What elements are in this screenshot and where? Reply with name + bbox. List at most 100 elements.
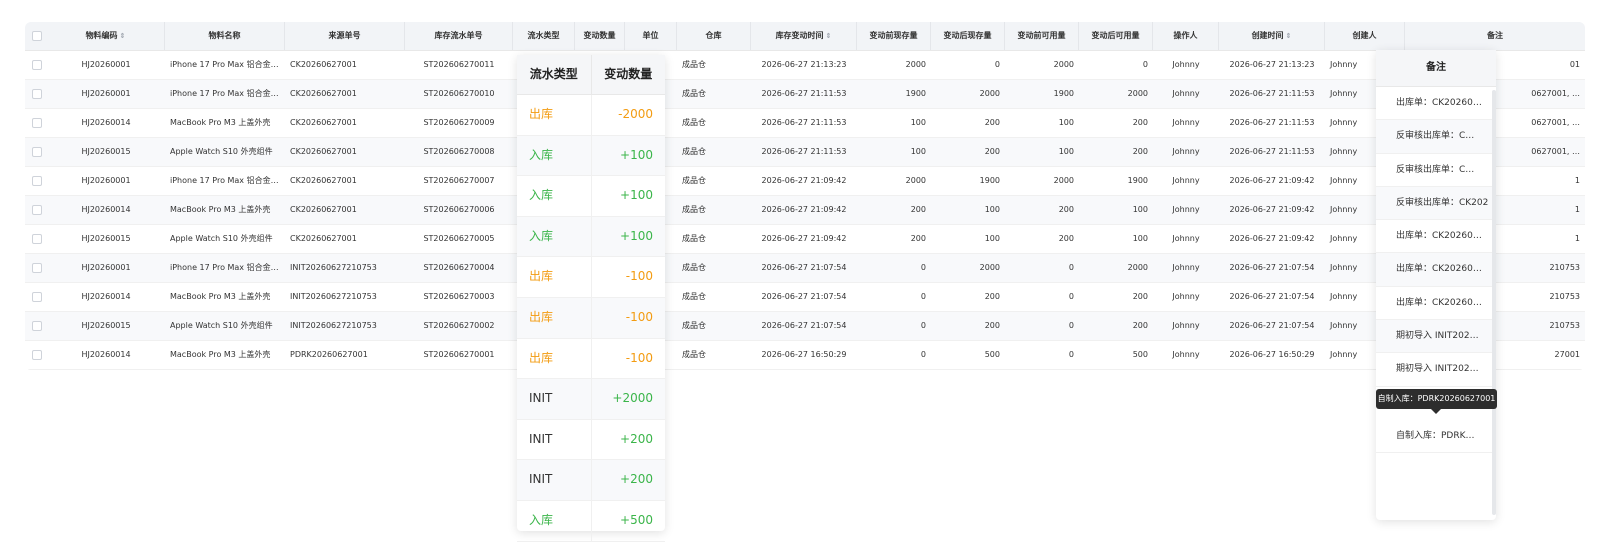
row-checkbox[interactable] bbox=[32, 321, 42, 331]
row-checkbox[interactable] bbox=[32, 60, 42, 70]
col-header-before-available: 变动前可用量 bbox=[1005, 22, 1079, 50]
popover-type: INIT bbox=[517, 419, 592, 460]
sort-icon[interactable]: ⇕ bbox=[826, 32, 832, 40]
cell-wh: 成品仓 bbox=[682, 176, 706, 185]
popover-row: 出库 -100 bbox=[517, 297, 665, 339]
popover-qty: +200 bbox=[620, 431, 653, 446]
cell-op: Johnny bbox=[1172, 292, 1200, 301]
cell-code: HJ20260015 bbox=[81, 234, 131, 243]
cell-src: INIT20260627210753 bbox=[290, 321, 377, 330]
cell-created: 2026-06-27 21:11:53 bbox=[1229, 118, 1315, 127]
cell-time: 2026-06-27 21:09:42 bbox=[761, 234, 847, 243]
cell-created: 2026-06-27 21:11:53 bbox=[1229, 147, 1315, 156]
cell-stock: ST202606270005 bbox=[423, 234, 495, 243]
remark-popover-header: 备注 bbox=[1376, 50, 1496, 87]
remark-item[interactable]: 自制入库：PDRK… bbox=[1376, 420, 1496, 453]
popover-qty: +200 bbox=[620, 472, 653, 487]
col-header-before-onhand: 变动前现存量 bbox=[857, 22, 931, 50]
cell-created: 2026-06-27 21:09:42 bbox=[1229, 176, 1315, 185]
cell-code: HJ20260014 bbox=[81, 350, 131, 359]
select-all-checkbox[interactable] bbox=[32, 31, 42, 41]
cell-a_av: 100 bbox=[1132, 234, 1148, 243]
table-row[interactable]: HJ20260001 iPhone 17 Pro Max 铝合金… CK202606… bbox=[25, 167, 1585, 196]
table-row[interactable]: HJ20260014 MacBook Pro M3 上盖外壳 PDRK2026062… bbox=[25, 341, 1585, 370]
popover-row: INIT +200 bbox=[517, 460, 665, 501]
table-row[interactable]: HJ20260015 Apple Watch S10 外壳组件 INIT202606… bbox=[25, 312, 1585, 341]
popover-row: 出库 -2000 bbox=[517, 95, 665, 136]
popover-header-type: 流水类型 bbox=[517, 55, 592, 94]
popover-type: 出库 bbox=[517, 297, 592, 338]
cell-created: 2026-06-27 21:07:54 bbox=[1229, 321, 1315, 330]
cell-a_av: 0 bbox=[1142, 60, 1148, 69]
remark-item[interactable]: 期初导入 INIT202… bbox=[1376, 353, 1496, 387]
popover-row: 入库 +100 bbox=[517, 135, 665, 177]
popover-type: 入库 bbox=[517, 135, 592, 176]
remark-item[interactable]: 反审核出库单：C… bbox=[1376, 120, 1496, 154]
cell-op: Johnny bbox=[1172, 205, 1200, 214]
remark-item[interactable]: 出库单：CK20260… bbox=[1376, 253, 1496, 287]
col-header-change-time[interactable]: 库存变动时间 ⇕ bbox=[751, 22, 857, 50]
cell-code: HJ20260001 bbox=[81, 263, 131, 272]
row-checkbox[interactable] bbox=[32, 176, 42, 186]
cell-a_on: 2000 bbox=[979, 89, 1000, 98]
row-checkbox[interactable] bbox=[32, 205, 42, 215]
remark-item[interactable]: 出库单：CK20260… bbox=[1376, 220, 1496, 254]
cell-src: INIT20260627210753 bbox=[290, 263, 377, 272]
cell-src: CK20260627001 bbox=[290, 176, 357, 185]
cell-a_on: 1900 bbox=[979, 176, 1000, 185]
row-checkbox[interactable] bbox=[32, 350, 42, 360]
popover-type: 入库 bbox=[517, 216, 592, 257]
table-row[interactable]: HJ20260014 MacBook Pro M3 上盖外壳 CK202606270… bbox=[25, 109, 1585, 138]
cell-a_on: 0 bbox=[994, 60, 1000, 69]
sort-icon[interactable]: ⇕ bbox=[120, 32, 126, 40]
col-header-after-onhand: 变动后现存量 bbox=[931, 22, 1005, 50]
row-checkbox[interactable] bbox=[32, 89, 42, 99]
remark-item[interactable]: 反审核出库单：C… bbox=[1376, 154, 1496, 187]
cell-time: 2026-06-27 21:07:54 bbox=[761, 263, 847, 272]
cell-name: iPhone 17 Pro Max 铝合金… bbox=[170, 263, 279, 272]
cell-a_av: 500 bbox=[1132, 350, 1148, 359]
row-checkbox[interactable] bbox=[32, 118, 42, 128]
popover-qty: +100 bbox=[620, 188, 653, 203]
cell-time: 2026-06-27 21:11:53 bbox=[761, 118, 847, 127]
popover-row: 入库 +500 bbox=[517, 500, 665, 542]
cell-created: 2026-06-27 21:09:42 bbox=[1229, 234, 1315, 243]
cell-stock: ST202606270004 bbox=[423, 263, 495, 272]
table-row[interactable]: HJ20260015 Apple Watch S10 外壳组件 CK20260627… bbox=[25, 225, 1585, 254]
col-header-stock-no: 库存流水单号 bbox=[405, 22, 513, 50]
popover-qty: -100 bbox=[625, 309, 653, 324]
popover-type: 出库 bbox=[517, 95, 592, 135]
table-row[interactable]: HJ20260001 iPhone 17 Pro Max 铝合金… CK202606… bbox=[25, 80, 1585, 109]
popover-row: 出库 -100 bbox=[517, 338, 665, 380]
cell-name: Apple Watch S10 外壳组件 bbox=[170, 234, 273, 243]
remark-item[interactable]: 期初导入 INIT202… bbox=[1376, 320, 1496, 354]
table-row[interactable]: HJ20260014 MacBook Pro M3 上盖外壳 INIT2026062… bbox=[25, 283, 1585, 312]
row-checkbox[interactable] bbox=[32, 292, 42, 302]
cell-b_on: 1900 bbox=[905, 89, 926, 98]
cell-src: CK20260627001 bbox=[290, 60, 357, 69]
popover-row: 入库 +100 bbox=[517, 216, 665, 258]
remark-popover-body: 出库单：CK20260… 反审核出库单：C… 反审核出库单：C… 反审核出库单：CK2… bbox=[1376, 87, 1496, 387]
remark-item[interactable]: 出库单：CK20260… bbox=[1376, 87, 1496, 121]
table-row[interactable]: HJ20260014 MacBook Pro M3 上盖外壳 CK202606270… bbox=[25, 196, 1585, 225]
remark-item[interactable]: 反审核出库单：CK202 bbox=[1376, 186, 1496, 221]
row-checkbox[interactable] bbox=[32, 234, 42, 244]
cell-b_av: 1900 bbox=[1053, 89, 1074, 98]
sort-icon[interactable]: ⇕ bbox=[1286, 32, 1292, 40]
cell-name: MacBook Pro M3 上盖外壳 bbox=[170, 205, 271, 214]
col-header-created-time[interactable]: 创建时间 ⇕ bbox=[1219, 22, 1325, 50]
row-checkbox[interactable] bbox=[32, 263, 42, 273]
table-row[interactable]: HJ20260001 iPhone 17 Pro Max 铝合金… INIT2026… bbox=[25, 254, 1585, 283]
cell-b_av: 100 bbox=[1058, 118, 1074, 127]
remark-item[interactable]: 出库单：CK20260… bbox=[1376, 287, 1496, 321]
cell-src: CK20260627001 bbox=[290, 205, 357, 214]
cell-time: 2026-06-27 21:07:54 bbox=[761, 321, 847, 330]
cell-b_av: 200 bbox=[1058, 234, 1074, 243]
cell-time: 2026-06-27 21:07:54 bbox=[761, 292, 847, 301]
table-row[interactable]: HJ20260001 iPhone 17 Pro Max 铝合金… CK202606… bbox=[25, 51, 1585, 80]
col-header-code[interactable]: 物料编码 ⇕ bbox=[47, 22, 165, 50]
scrollbar[interactable] bbox=[1492, 90, 1496, 515]
table-row[interactable]: HJ20260015 Apple Watch S10 外壳组件 CK20260627… bbox=[25, 138, 1585, 167]
row-checkbox[interactable] bbox=[32, 147, 42, 157]
cell-name: MacBook Pro M3 上盖外壳 bbox=[170, 350, 271, 359]
